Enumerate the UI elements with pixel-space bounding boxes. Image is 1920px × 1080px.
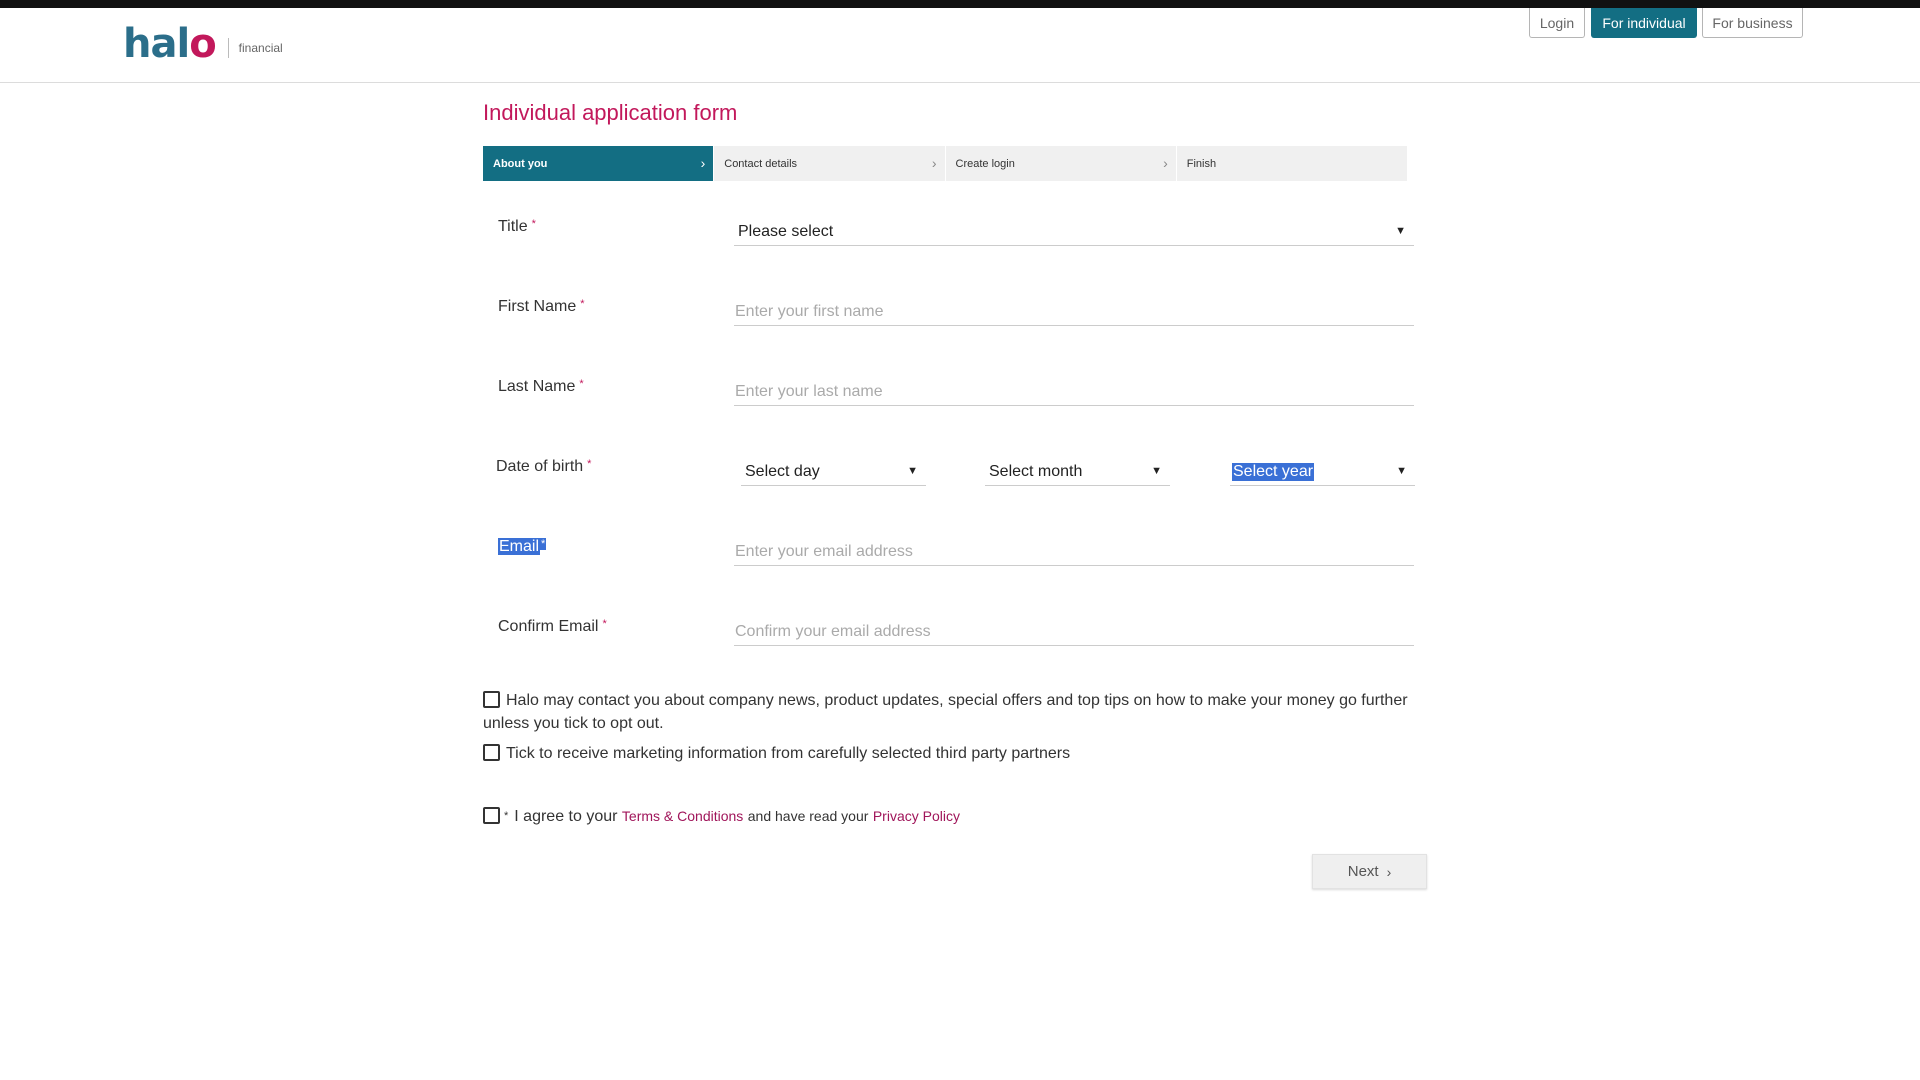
chevron-right-icon: › [700,155,706,171]
chevron-right-icon: › [931,155,937,171]
terms-checkbox[interactable] [483,807,500,824]
confirm-email-input[interactable]: Confirm your email address [734,618,1414,646]
step-label: About you [493,157,548,170]
step-progress: About you › Contact details › Create log… [483,146,1407,181]
opt-out-checkbox[interactable] [483,691,500,708]
step-label: Create login [955,157,1015,170]
third-party-checkbox[interactable] [483,744,500,761]
step-label: Contact details [724,157,798,170]
caret-down-icon: ▼ [1396,465,1407,477]
terms-link[interactable]: Terms & Conditions [622,808,743,824]
first-name-input[interactable]: Enter your first name [734,298,1414,326]
third-party-text: Tick to receive marketing information fr… [506,745,1071,762]
agree-text: I agree to your [514,808,618,825]
third-party-consent: Tick to receive marketing information fr… [483,742,1413,765]
dob-month-select[interactable]: Select month ▼ [985,458,1170,486]
opt-out-text: Halo may contact you about company news,… [483,692,1408,732]
caret-down-icon: ▼ [1395,225,1406,237]
step-about-you[interactable]: About you › [483,146,714,181]
privacy-policy-link[interactable]: Privacy Policy [873,808,960,824]
page-title: Individual application form [483,100,738,125]
confirm-email-label: Confirm Email * [498,618,607,635]
email-label: Email * [498,538,547,555]
dob-label: Date of birth * [496,458,592,475]
browser-top-bar [0,0,1920,8]
dob-day-select[interactable]: Select day ▼ [741,458,926,486]
chevron-right-icon: › [1386,863,1392,880]
site-header: halo financial Login For individual For … [0,8,1920,83]
for-business-tab[interactable]: For business [1702,8,1803,38]
next-button[interactable]: Next › [1312,854,1427,889]
last-name-input[interactable]: Enter your last name [734,378,1414,406]
title-label: Title * [498,218,536,235]
login-button[interactable]: Login [1529,8,1585,38]
caret-down-icon: ▼ [1151,465,1162,477]
title-row: Title * Please select ▼ [483,218,1414,268]
first-name-row: First Name * Enter your first name [483,298,1414,348]
logo-divider [227,38,229,58]
confirm-email-row: Confirm Email * Confirm your email addres… [483,618,1414,668]
step-contact-details[interactable]: Contact details › [714,146,945,181]
terms-agreement: * I agree to your Terms & Conditions and … [483,805,1413,828]
first-name-label: First Name * [498,298,585,315]
logo-subtitle: financial [238,41,283,55]
step-finish[interactable]: Finish [1176,146,1407,181]
step-create-login[interactable]: Create login › [945,146,1176,181]
dob-year-select[interactable]: Select year ▼ [1230,458,1415,486]
opt-out-consent: Halo may contact you about company news,… [483,689,1413,735]
dob-row: Date of birth * Select day ▼ Select month… [483,458,1415,508]
email-row: Email * Enter your email address [483,538,1414,588]
last-name-row: Last Name * Enter your last name [483,378,1414,428]
halo-logo[interactable]: halo financial [123,24,283,64]
email-input[interactable]: Enter your email address [734,538,1414,566]
chevron-right-icon: › [1163,155,1168,171]
for-individual-tab[interactable]: For individual [1591,8,1697,38]
caret-down-icon: ▼ [907,465,918,477]
agree-middle-text: and have read your [747,808,869,824]
title-select[interactable]: Please select ▼ [734,218,1414,246]
logo-wordmark: halo [123,21,217,67]
step-label: Finish [1186,157,1217,170]
last-name-label: Last Name * [498,378,584,395]
